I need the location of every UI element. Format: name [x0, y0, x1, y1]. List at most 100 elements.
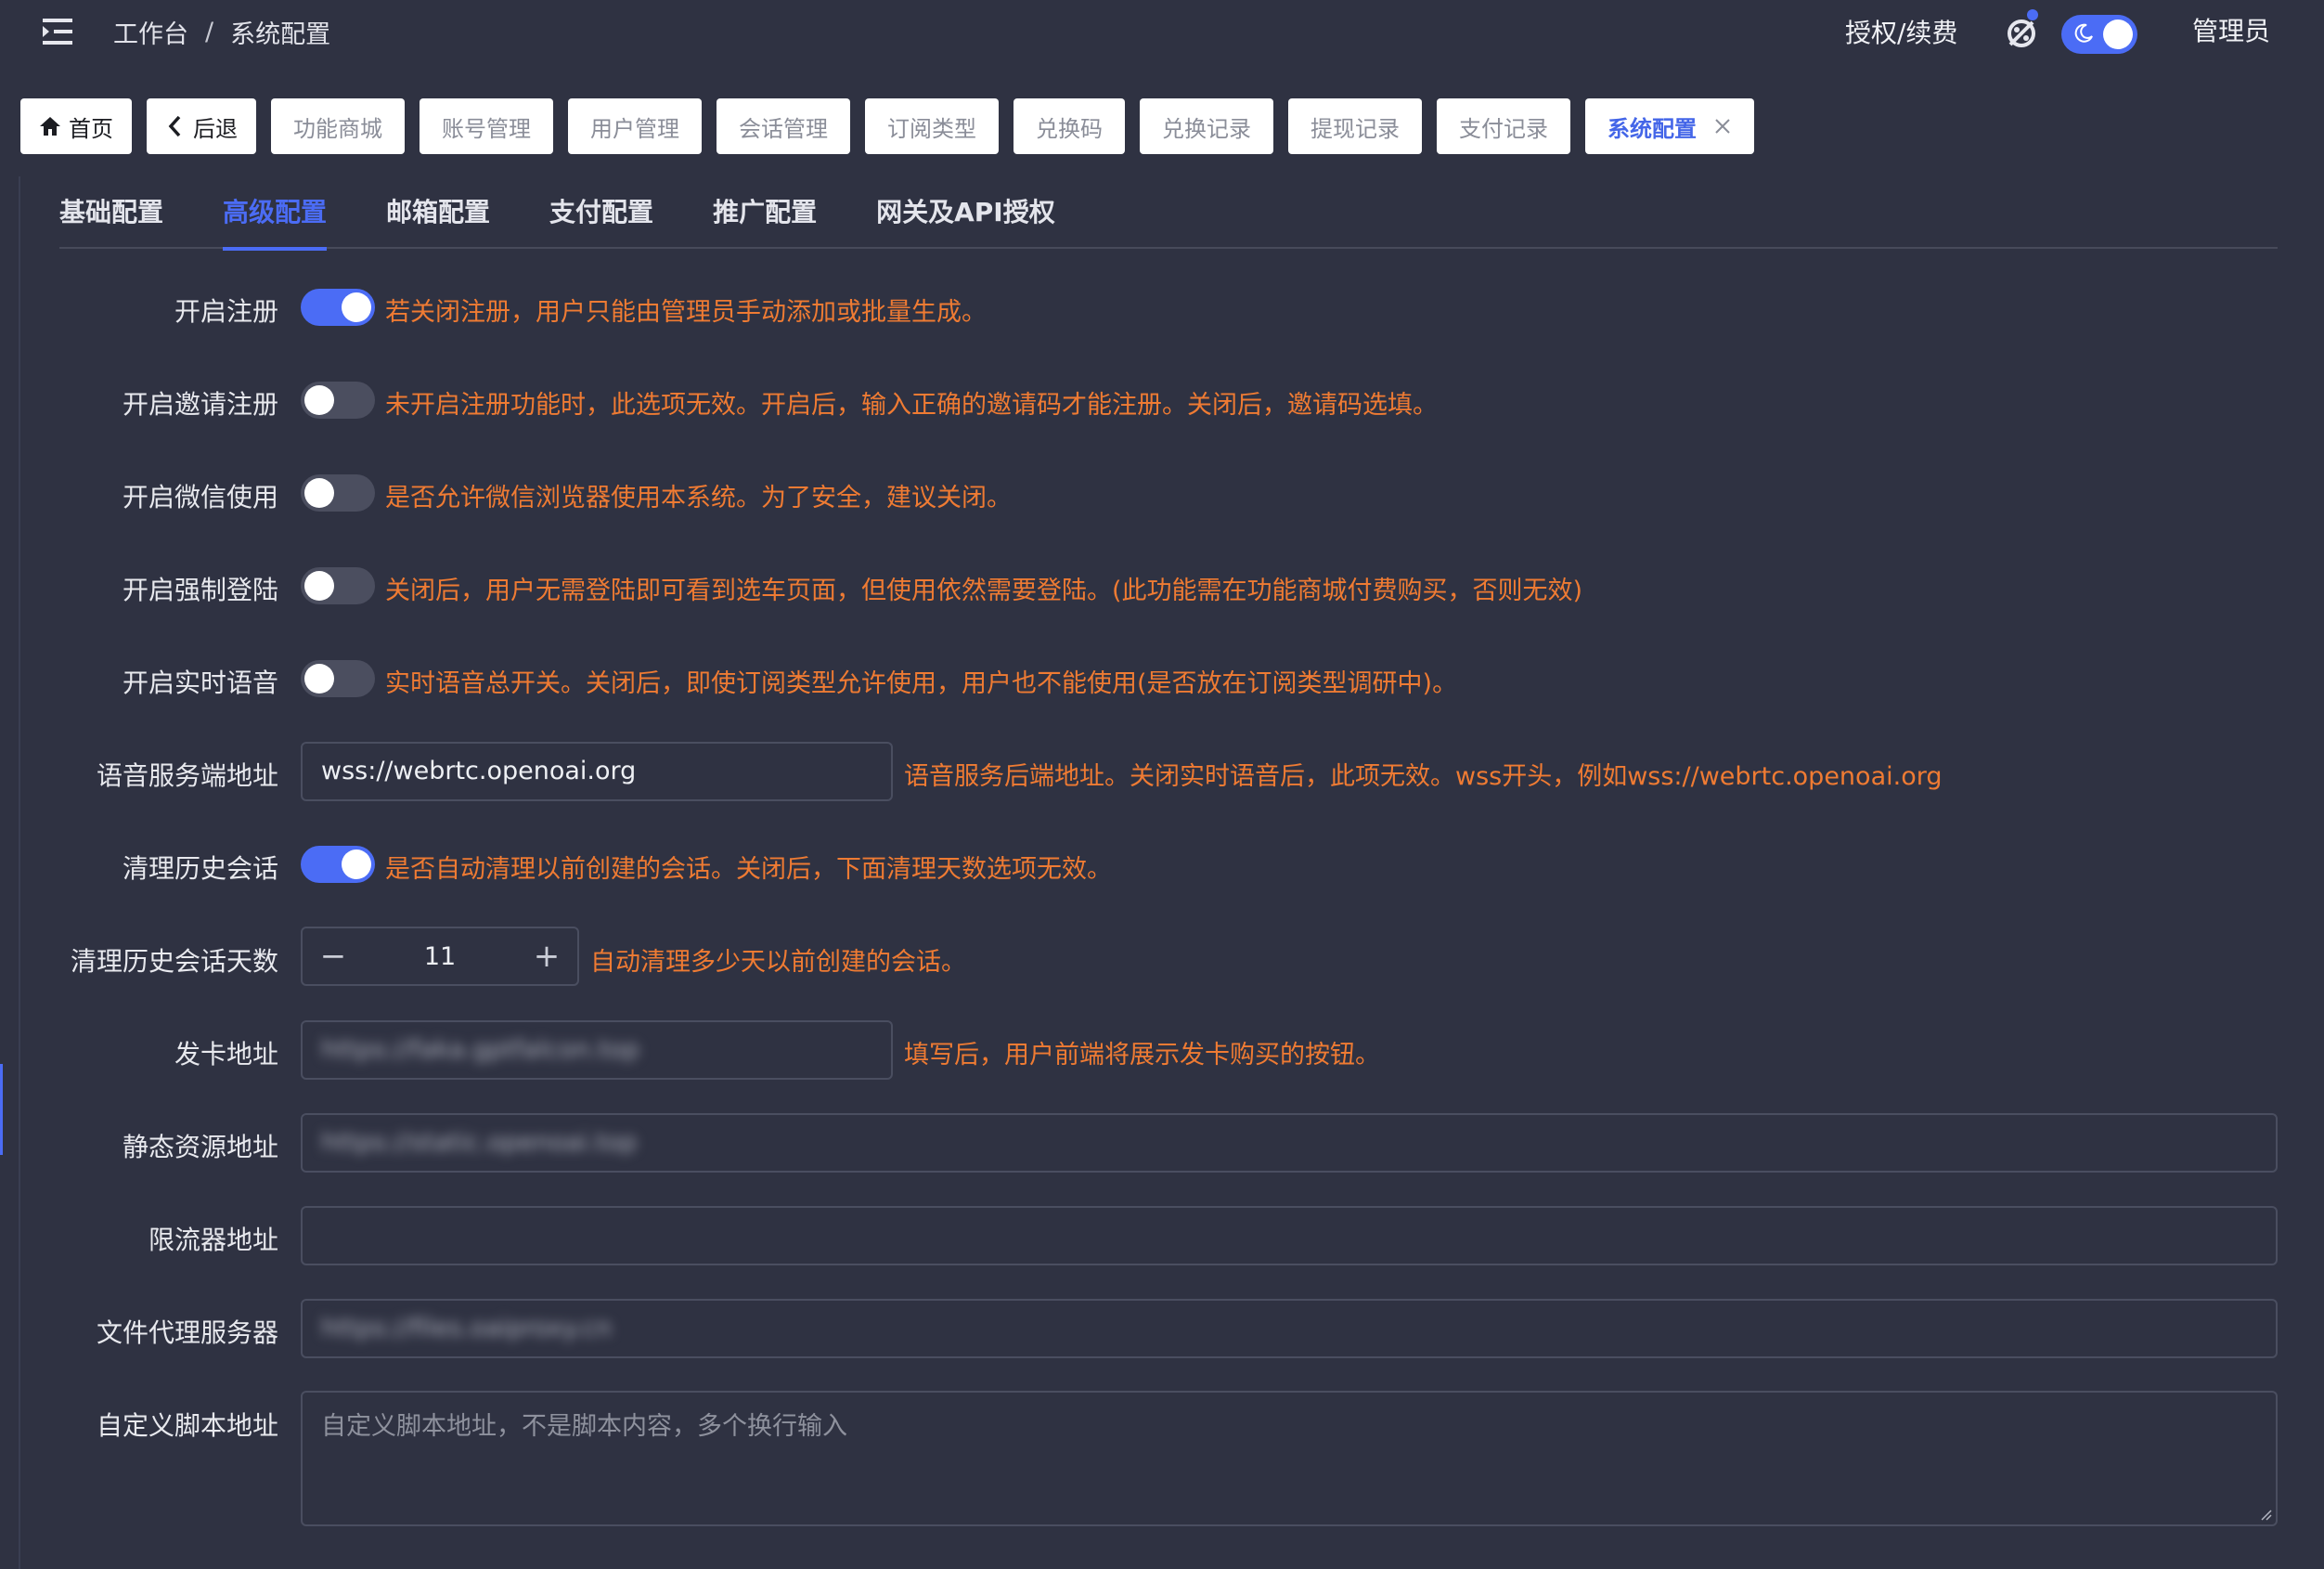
- moon-icon: [2074, 23, 2093, 43]
- static-url-input[interactable]: https://static.openoai.top: [301, 1113, 2278, 1173]
- form-row-file-proxy: 文件代理服务器 https://files.oaiproxy.cn: [0, 1299, 2324, 1358]
- menu-fold-icon[interactable]: [39, 13, 76, 50]
- tag-redeem-code[interactable]: 兑换码: [1014, 98, 1125, 154]
- card-url-hint: 填写后，用户前端将展示发卡购买的按钮。: [904, 1041, 1380, 1070]
- register-switch[interactable]: [301, 289, 375, 326]
- clean-days-stepper: − 11 +: [301, 927, 579, 986]
- tag-home[interactable]: 首页: [20, 98, 132, 154]
- clean-days-hint: 自动清理多少天以前创建的会话。: [590, 948, 966, 977]
- card-url-value: https://faka.gptfalcon.top: [321, 1035, 639, 1064]
- user-menu[interactable]: 管理员: [2192, 11, 2270, 48]
- tag-payment-record[interactable]: 支付记录: [1437, 98, 1570, 154]
- tag-account-manage[interactable]: 账号管理: [420, 98, 553, 154]
- tab-payment-config[interactable]: 支付配置: [549, 182, 653, 249]
- config-tabs: 基础配置 高级配置 邮箱配置 支付配置 推广配置 网关及API授权: [59, 182, 2278, 251]
- form-row-limiter-url: 限流器地址: [0, 1206, 2324, 1265]
- clean-history-label: 清理历史会话: [122, 853, 278, 884]
- invite-switch[interactable]: [301, 382, 375, 419]
- form-row-clean-history: 清理历史会话 是否自动清理以前创建的会话。关闭后，下面清理天数选项无效。: [0, 836, 2324, 893]
- form-row-invite: 开启邀请注册 未开启注册功能时，此选项无效。开启后，输入正确的邀请码才能注册。关…: [0, 371, 2324, 429]
- tag-system-config[interactable]: 系统配置: [1585, 98, 1754, 154]
- breadcrumb: 工作台 / 系统配置: [113, 13, 330, 50]
- static-url-value: https://static.openoai.top: [321, 1128, 638, 1157]
- home-icon: [40, 117, 60, 136]
- form-row-clean-days: 清理历史会话天数 − 11 + 自动清理多少天以前创建的会话。: [0, 927, 2324, 986]
- tag-session-manage[interactable]: 会话管理: [717, 98, 850, 154]
- voice-server-input[interactable]: wss://webrtc.openoai.org: [301, 742, 893, 801]
- realtime-voice-switch[interactable]: [301, 660, 375, 697]
- clean-history-switch[interactable]: [301, 846, 375, 883]
- switch-knob: [342, 849, 371, 879]
- breadcrumb-current: 系统配置: [230, 19, 331, 49]
- tab-basic-config[interactable]: 基础配置: [59, 182, 163, 249]
- breadcrumb-separator: /: [205, 17, 214, 46]
- register-hint: 若关闭注册，用户只能由管理员手动添加或批量生成。: [385, 298, 987, 327]
- custom-script-placeholder: 自定义脚本地址，不是脚本内容，多个换行输入: [321, 1412, 847, 1441]
- decrement-button[interactable]: −: [303, 928, 364, 984]
- form-row-static-url: 静态资源地址 https://static.openoai.top: [0, 1113, 2324, 1173]
- auth-renew-link[interactable]: 授权/续费: [1845, 13, 1957, 50]
- custom-script-textarea[interactable]: 自定义脚本地址，不是脚本内容，多个换行输入: [301, 1391, 2278, 1526]
- form-row-register: 开启注册 若关闭注册，用户只能由管理员手动添加或批量生成。: [0, 279, 2324, 336]
- file-proxy-label: 文件代理服务器: [96, 1317, 278, 1348]
- force-login-switch[interactable]: [301, 567, 375, 604]
- tag-home-label: 首页: [69, 115, 113, 142]
- tab-gateway-api-auth[interactable]: 网关及API授权: [876, 182, 1055, 249]
- switch-knob: [342, 292, 371, 322]
- limiter-url-input[interactable]: [301, 1206, 2278, 1265]
- limiter-url-label: 限流器地址: [148, 1225, 278, 1255]
- wechat-hint: 是否允许微信浏览器使用本系统。为了安全，建议关闭。: [385, 484, 1012, 512]
- tag-back[interactable]: 后退: [147, 98, 256, 154]
- force-login-label: 开启强制登陆: [122, 575, 278, 605]
- switch-knob: [304, 385, 334, 415]
- card-url-input[interactable]: https://faka.gptfalcon.top: [301, 1020, 893, 1080]
- tag-redeem-record[interactable]: 兑换记录: [1140, 98, 1273, 154]
- tab-mail-config[interactable]: 邮箱配置: [386, 182, 490, 249]
- wechat-label: 开启微信使用: [122, 482, 278, 512]
- clean-history-hint: 是否自动清理以前创建的会话。关闭后，下面清理天数选项无效。: [385, 855, 1112, 884]
- resize-handle-icon[interactable]: [2259, 1508, 2272, 1521]
- theme-palette-icon[interactable]: [2005, 9, 2038, 50]
- tag-withdraw-record[interactable]: 提现记录: [1288, 98, 1422, 154]
- wechat-switch[interactable]: [301, 474, 375, 512]
- toggle-knob: [2103, 19, 2133, 49]
- tags-view-bar: 首页 后退 功能商城 账号管理 用户管理 会话管理 订阅类型 兑换码 兑换记录 …: [20, 98, 1769, 154]
- form-row-realtime-voice: 开启实时语音 实时语音总开关。关闭后，即使订阅类型允许使用，用户也不能使用(是否…: [0, 650, 2324, 707]
- realtime-voice-hint: 实时语音总开关。关闭后，即使订阅类型允许使用，用户也不能使用(是否放在订阅类型调…: [385, 669, 1458, 698]
- close-icon[interactable]: [1713, 117, 1732, 136]
- tag-user-manage[interactable]: 用户管理: [568, 98, 702, 154]
- file-proxy-input[interactable]: https://files.oaiproxy.cn: [301, 1299, 2278, 1358]
- tag-system-config-label: 系统配置: [1607, 115, 1697, 142]
- clean-days-label: 清理历史会话天数: [70, 946, 278, 977]
- tag-feature-store[interactable]: 功能商城: [271, 98, 405, 154]
- chevron-left-icon: [168, 115, 181, 137]
- file-proxy-value: https://files.oaiproxy.cn: [321, 1314, 613, 1342]
- voice-server-label: 语音服务端地址: [96, 760, 278, 791]
- form-row-force-login: 开启强制登陆 关闭后，用户无需登陆即可看到选车页面，但使用依然需要登陆。(此功能…: [0, 557, 2324, 615]
- dark-mode-toggle[interactable]: [2061, 15, 2137, 54]
- increment-button[interactable]: +: [516, 928, 577, 984]
- switch-knob: [304, 664, 334, 694]
- tab-advanced-config[interactable]: 高级配置: [223, 182, 328, 251]
- tag-back-label: 后退: [193, 115, 238, 142]
- switch-knob: [304, 478, 334, 508]
- form-row-wechat: 开启微信使用 是否允许微信浏览器使用本系统。为了安全，建议关闭。: [0, 464, 2324, 522]
- tab-promotion-config[interactable]: 推广配置: [713, 182, 817, 249]
- clean-days-value[interactable]: 11: [364, 942, 516, 971]
- force-login-hint: 关闭后，用户无需登陆即可看到选车页面，但使用依然需要登陆。(此功能需在功能商城付…: [385, 577, 1583, 605]
- breadcrumb-root[interactable]: 工作台: [113, 14, 188, 50]
- notification-dot: [2027, 9, 2038, 20]
- invite-label: 开启邀请注册: [122, 389, 278, 420]
- tag-subscription-type[interactable]: 订阅类型: [865, 98, 999, 154]
- static-url-label: 静态资源地址: [122, 1132, 278, 1162]
- top-header: 工作台 / 系统配置 授权/续费 管理员: [0, 0, 2324, 65]
- form-row-card-url: 发卡地址 https://faka.gptfalcon.top 填写后，用户前端…: [0, 1020, 2324, 1080]
- register-label: 开启注册: [174, 296, 278, 327]
- switch-knob: [304, 571, 334, 601]
- realtime-voice-label: 开启实时语音: [122, 668, 278, 698]
- invite-hint: 未开启注册功能时，此选项无效。开启后，输入正确的邀请码才能注册。关闭后，邀请码选…: [385, 391, 1438, 420]
- voice-server-hint: 语音服务后端地址。关闭实时语音后，此项无效。wss开头，例如wss://webr…: [904, 762, 1943, 791]
- form-row-voice-server: 语音服务端地址 wss://webrtc.openoai.org 语音服务后端地…: [0, 742, 2324, 801]
- card-url-label: 发卡地址: [174, 1039, 278, 1070]
- custom-script-label: 自定义脚本地址: [96, 1410, 278, 1441]
